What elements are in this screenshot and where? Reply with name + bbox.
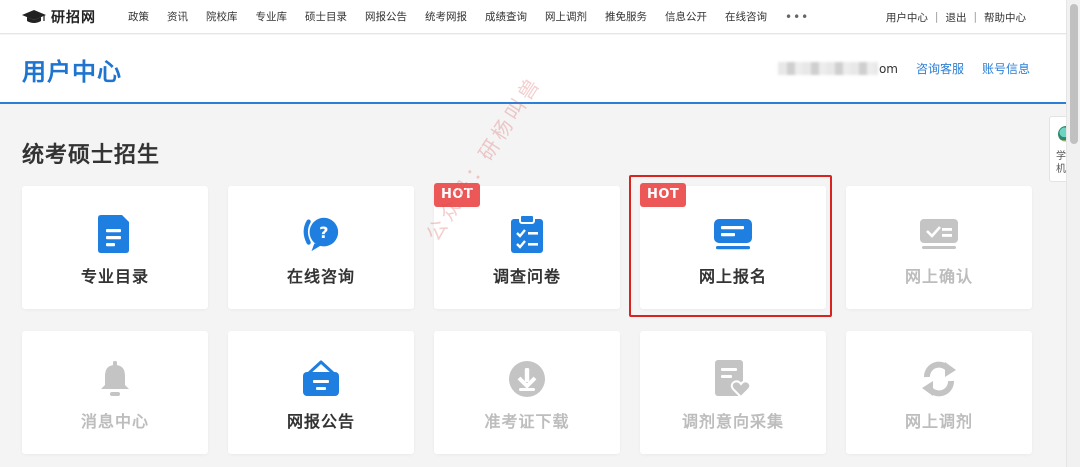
card-label: 专业目录	[80, 267, 149, 286]
card-label: 网报公告	[286, 412, 355, 431]
blurred-username	[777, 62, 878, 75]
top-nav-bar: 研招网 政策 资讯 院校库 专业库 硕士目录 网报公告 统考网报 成绩查询 网上…	[0, 0, 1066, 34]
registration-form-icon	[713, 214, 753, 254]
help-center-link[interactable]: 帮助中心	[984, 10, 1026, 25]
nav-item-online-consult[interactable]: 在线咨询	[725, 9, 767, 24]
card-online-adjustment[interactable]: 网上调剂	[846, 331, 1032, 454]
card-label: 调剂意向采集	[681, 412, 784, 431]
nav-item-schools[interactable]: 院校库	[206, 9, 238, 24]
nav-item-info-disclosure[interactable]: 信息公开	[665, 9, 707, 24]
document-heart-icon	[713, 359, 753, 399]
logout-link[interactable]: 退出	[945, 10, 966, 25]
page-title: 用户中心	[22, 58, 122, 86]
svg-text:?: ?	[319, 223, 328, 242]
divider: |	[934, 11, 939, 23]
confirm-check-icon	[919, 214, 959, 254]
card-online-registration[interactable]: HOT 网上报名	[640, 183, 826, 309]
hot-badge: HOT	[434, 183, 481, 207]
card-label: 网上调剂	[904, 412, 973, 431]
card-survey[interactable]: HOT 调查问卷	[434, 183, 620, 309]
account-info-link[interactable]: 账号信息	[982, 60, 1030, 77]
card-label: 在线咨询	[286, 267, 355, 286]
card-label: 网上报名	[698, 267, 767, 286]
more-menu-icon[interactable]: •••	[785, 10, 809, 24]
nav-item-score-query[interactable]: 成绩查询	[485, 9, 527, 24]
main-nav: 政策 资讯 院校库 专业库 硕士目录 网报公告 统考网报 成绩查询 网上调剂 推…	[128, 9, 809, 24]
nav-item-policy[interactable]: 政策	[128, 9, 149, 24]
document-icon	[95, 214, 135, 254]
top-user-links: 用户中心 | 退出 | 帮助中心	[886, 0, 1026, 34]
card-label: 准考证下载	[484, 412, 570, 431]
user-center-link[interactable]: 用户中心	[886, 10, 928, 25]
nav-item-masters-catalog[interactable]: 硕士目录	[305, 9, 347, 24]
card-admission-ticket-download[interactable]: 准考证下载	[434, 331, 620, 454]
scrollbar-thumb[interactable]	[1070, 4, 1078, 144]
notice-board-icon	[301, 359, 341, 399]
divider: |	[973, 11, 977, 23]
card-online-consult[interactable]: ? 在线咨询	[228, 186, 414, 309]
hot-badge: HOT	[640, 183, 687, 207]
graduation-cap-icon	[22, 9, 46, 23]
nav-item-news[interactable]: 资讯	[167, 9, 188, 24]
card-message-center[interactable]: 消息中心	[22, 331, 208, 454]
section-title: 统考硕士招生	[22, 143, 161, 168]
consult-service-link[interactable]: 咨询客服	[916, 60, 964, 77]
logo-text: 研招网	[51, 9, 96, 26]
card-adjustment-intention[interactable]: 调剂意向采集	[640, 331, 826, 454]
nav-item-online-adjustment[interactable]: 网上调剂	[545, 9, 587, 24]
card-major-catalog[interactable]: 专业目录	[22, 186, 208, 309]
page-header: 用户中心 om 咨询客服 账号信息	[0, 35, 1066, 104]
card-registration-notice[interactable]: 网报公告	[228, 331, 414, 454]
card-label: 消息中心	[80, 412, 149, 431]
page-scrollbar[interactable]	[1066, 0, 1080, 467]
card-online-confirmation[interactable]: 网上确认	[846, 186, 1032, 309]
nav-item-majors[interactable]: 专业库	[256, 9, 288, 24]
refresh-icon	[919, 359, 959, 399]
card-label: 调查问卷	[492, 267, 561, 286]
bell-icon	[95, 359, 135, 399]
download-icon	[507, 359, 547, 399]
nav-item-recommendation[interactable]: 推免服务	[605, 9, 647, 24]
site-logo[interactable]: 研招网	[22, 7, 118, 27]
header-account-area: om 咨询客服 账号信息	[777, 60, 1030, 77]
clipboard-check-icon	[507, 214, 547, 254]
nav-item-exam-registration[interactable]: 统考网报	[425, 9, 467, 24]
question-chat-icon: ?	[301, 214, 341, 254]
nav-item-announcements[interactable]: 网报公告	[365, 9, 407, 24]
card-label: 网上确认	[904, 267, 973, 286]
username-suffix: om	[878, 61, 898, 76]
